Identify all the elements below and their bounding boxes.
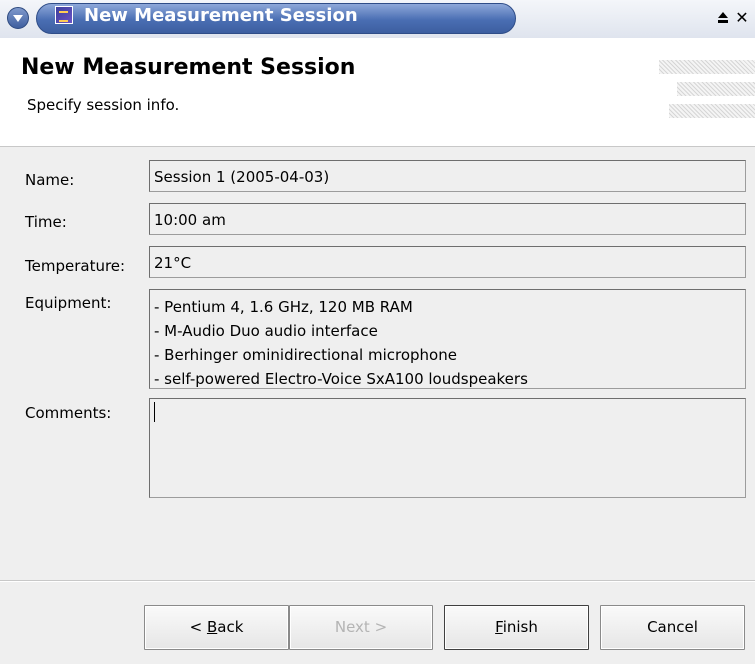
wizard-banner-image [659,52,755,132]
text-cursor [154,402,155,422]
back-rest: ack [217,618,244,636]
maximize-icon[interactable] [716,11,730,25]
temperature-value: 21°C [154,254,192,272]
page-title: New Measurement Session [21,55,356,80]
comments-textarea[interactable] [149,398,746,498]
time-field[interactable]: 10:00 am [149,203,746,235]
equipment-line: - Berhinger ominidirectional microphone [154,346,457,364]
name-field[interactable]: Session 1 (2005-04-03) [149,160,746,192]
back-mnemonic: B [206,618,218,636]
time-value: 10:00 am [154,211,226,229]
finish-mnemonic: F [495,618,503,636]
finish-button[interactable]: Finish [444,605,589,650]
banner-stripe [669,104,755,118]
window-title: New Measurement Session [84,5,358,26]
temperature-field[interactable]: 21°C [149,246,746,278]
banner-stripe [677,82,755,96]
equipment-line: - self-powered Electro-Voice SxA100 loud… [154,370,528,388]
equipment-line: - M-Audio Duo audio interface [154,322,378,340]
app-icon [55,6,73,24]
equipment-label: Equipment: [25,294,112,312]
title-bar: New Measurement Session ✕ [0,0,755,38]
name-label: Name: [25,171,75,189]
wizard-dialog: New Measurement Session ✕ New Measuremen… [0,0,755,664]
name-value: Session 1 (2005-04-03) [154,168,330,186]
finish-rest: inish [502,618,538,636]
equipment-line: - Pentium 4, 1.6 GHz, 120 MB RAM [154,298,413,316]
temperature-label: Temperature: [25,257,126,275]
back-prefix: < [189,618,207,636]
cancel-button[interactable]: Cancel [600,605,745,650]
next-button[interactable]: Next > [289,605,433,650]
back-button[interactable]: < Back [144,605,289,650]
banner-stripe [659,60,755,74]
window-menu-icon[interactable] [7,7,29,29]
close-icon[interactable]: ✕ [735,10,749,26]
comments-label: Comments: [25,404,112,422]
time-label: Time: [25,213,67,231]
page-description: Specify session info. [27,96,180,114]
wizard-header: New Measurement Session Specify session … [0,38,755,147]
equipment-textarea[interactable]: - Pentium 4, 1.6 GHz, 120 MB RAM - M-Aud… [149,289,746,389]
button-bar-separator [0,580,755,582]
